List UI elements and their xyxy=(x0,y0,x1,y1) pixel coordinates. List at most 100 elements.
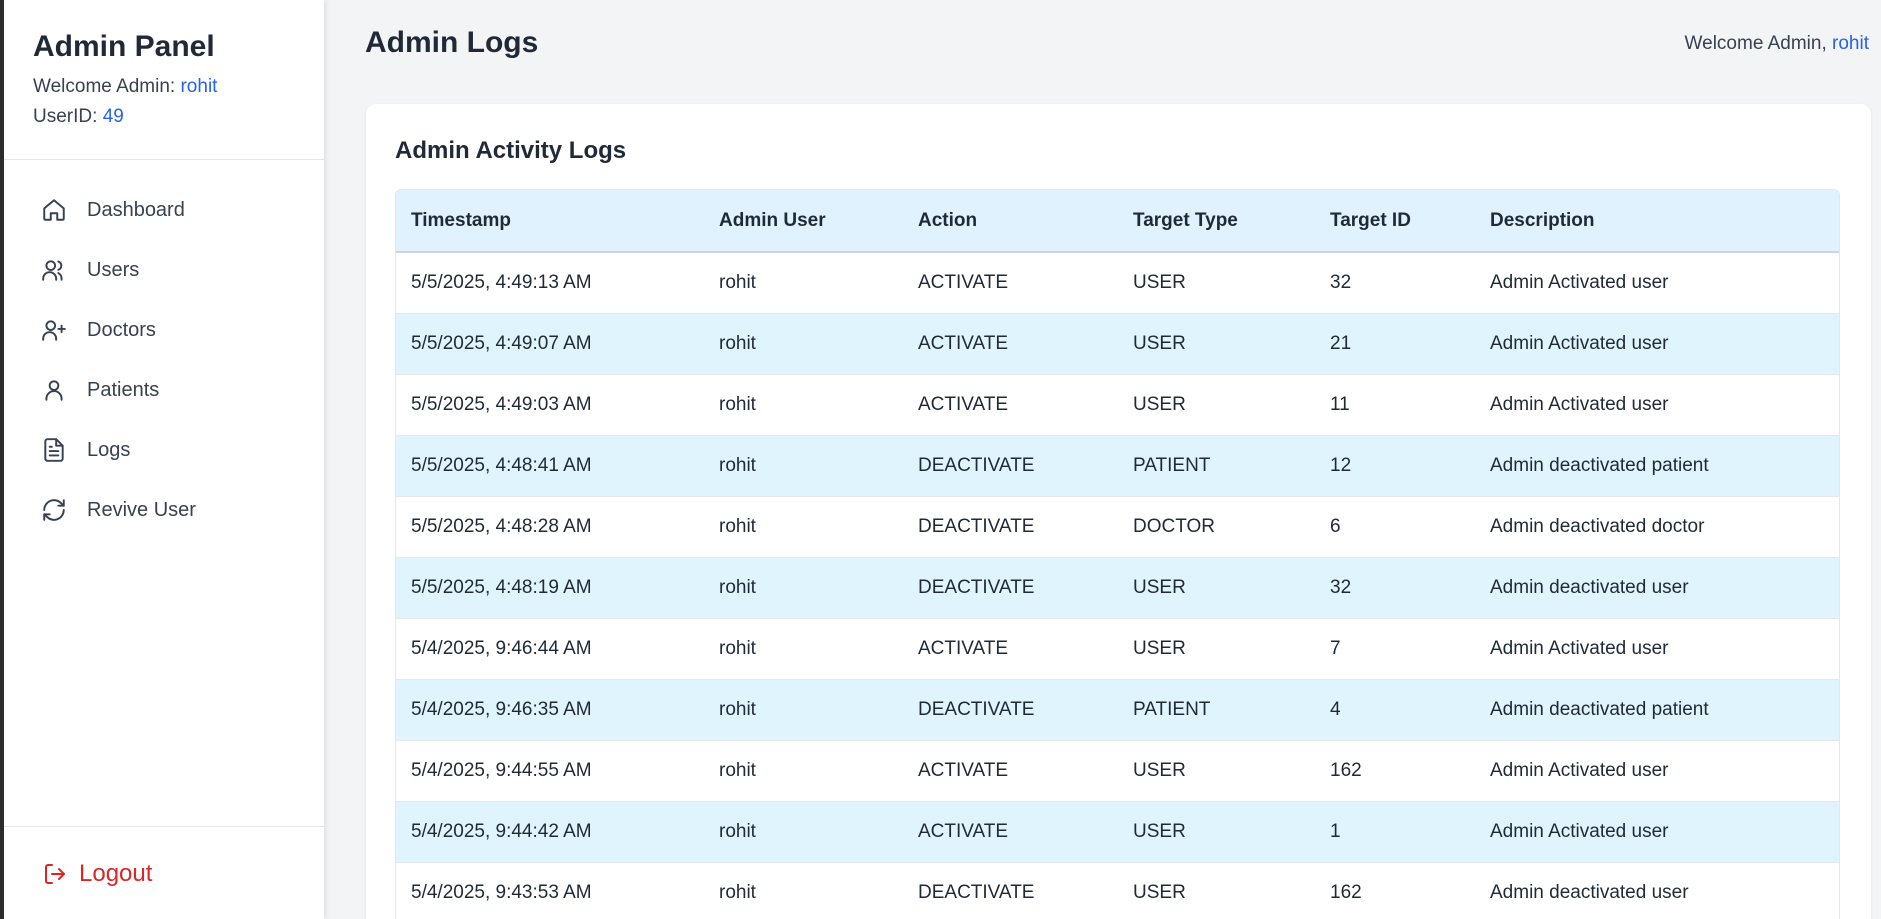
cell-description: Admin Activated user xyxy=(1475,618,1839,680)
logout-label: Logout xyxy=(79,860,153,887)
logout-button[interactable]: Logout xyxy=(4,827,324,888)
cell-target-type: DOCTOR xyxy=(1118,496,1315,558)
cell-description: Admin deactivated doctor xyxy=(1475,496,1839,558)
header-welcome-user: rohit xyxy=(1832,33,1869,54)
page-title: Admin Logs xyxy=(365,26,539,59)
cell-timestamp: 5/5/2025, 4:48:41 AM xyxy=(396,435,704,497)
cell-timestamp: 5/5/2025, 4:49:07 AM xyxy=(396,313,704,375)
cell-admin-user: rohit xyxy=(704,618,903,680)
table-row: 5/4/2025, 9:46:35 AM rohit DEACTIVATE PA… xyxy=(396,679,1839,741)
cell-action: DEACTIVATE xyxy=(903,496,1118,558)
cell-admin-user: rohit xyxy=(704,740,903,802)
logs-table-container[interactable]: Timestamp Admin User Action Target Type … xyxy=(395,189,1840,919)
sidebar: Admin Panel Welcome Admin: rohit UserID:… xyxy=(0,0,324,919)
cell-admin-user: rohit xyxy=(704,801,903,863)
cell-target-type: USER xyxy=(1118,557,1315,619)
sidebar-item-logs[interactable]: Logs xyxy=(4,420,324,480)
cell-target-id: 11 xyxy=(1315,374,1475,436)
cell-action: ACTIVATE xyxy=(903,374,1118,436)
cell-timestamp: 5/4/2025, 9:43:53 AM xyxy=(396,862,704,919)
cell-action: ACTIVATE xyxy=(903,313,1118,375)
cell-description: Admin deactivated patient xyxy=(1475,679,1839,741)
sidebar-title: Admin Panel xyxy=(33,30,215,63)
cell-timestamp: 5/4/2025, 9:44:42 AM xyxy=(396,801,704,863)
column-header-timestamp: Timestamp xyxy=(396,190,704,253)
cell-target-type: USER xyxy=(1118,740,1315,802)
cell-timestamp: 5/5/2025, 4:49:03 AM xyxy=(396,374,704,436)
cell-description: Admin Activated user xyxy=(1475,252,1839,314)
cell-admin-user: rohit xyxy=(704,557,903,619)
cell-action: ACTIVATE xyxy=(903,740,1118,802)
cell-action: DEACTIVATE xyxy=(903,557,1118,619)
user-icon xyxy=(45,380,63,401)
cell-description: Admin Activated user xyxy=(1475,374,1839,436)
cell-description: Admin deactivated patient xyxy=(1475,435,1839,497)
cell-timestamp: 5/4/2025, 9:44:55 AM xyxy=(396,740,704,802)
file-text-icon xyxy=(44,438,64,462)
cell-timestamp: 5/4/2025, 9:46:44 AM xyxy=(396,618,704,680)
sidebar-item-revive-user[interactable]: Revive User xyxy=(4,480,324,540)
main-content: Admin Logs Welcome Admin, rohit Admin Ac… xyxy=(324,0,1881,919)
cell-target-type: USER xyxy=(1118,801,1315,863)
cell-target-id: 7 xyxy=(1315,618,1475,680)
table-row: 5/5/2025, 4:49:03 AM rohit ACTIVATE USER… xyxy=(396,374,1839,436)
cell-action: DEACTIVATE xyxy=(903,862,1118,919)
column-header-description: Description xyxy=(1475,190,1839,253)
table-row: 5/5/2025, 4:49:13 AM rohit ACTIVATE USER… xyxy=(396,252,1839,314)
sidebar-userid: UserID: 49 xyxy=(33,102,324,132)
column-header-target-type: Target Type xyxy=(1118,190,1315,253)
cell-admin-user: rohit xyxy=(704,374,903,436)
card-title: Admin Activity Logs xyxy=(395,137,627,164)
cell-timestamp: 5/5/2025, 4:48:19 AM xyxy=(396,557,704,619)
table-row: 5/5/2025, 4:48:28 AM rohit DEACTIVATE DO… xyxy=(396,496,1839,558)
users-icon xyxy=(42,260,63,281)
table-row: 5/4/2025, 9:46:44 AM rohit ACTIVATE USER… xyxy=(396,618,1839,680)
sidebar-item-patients[interactable]: Patients xyxy=(4,360,324,420)
sidebar-item-users[interactable]: Users xyxy=(4,240,324,300)
table-header-row: Timestamp Admin User Action Target Type … xyxy=(396,190,1839,253)
sidebar-welcome-user: rohit xyxy=(180,76,218,97)
table-row: 5/4/2025, 9:44:55 AM rohit ACTIVATE USER… xyxy=(396,740,1839,802)
logs-table-body: 5/5/2025, 4:49:13 AM rohit ACTIVATE USER… xyxy=(396,252,1839,919)
sidebar-header: Admin Panel Welcome Admin: rohit UserID:… xyxy=(4,0,324,160)
cell-description: Admin deactivated user xyxy=(1475,557,1839,619)
sidebar-userid-value: 49 xyxy=(102,106,124,127)
user-plus-icon xyxy=(42,320,66,341)
sidebar-item-dashboard[interactable]: Dashboard xyxy=(4,180,324,240)
cell-admin-user: rohit xyxy=(704,862,903,919)
cell-action: DEACTIVATE xyxy=(903,435,1118,497)
column-header-action: Action xyxy=(903,190,1118,253)
sidebar-nav: Dashboard Users Doctors Patients Logs Re… xyxy=(4,160,324,540)
sidebar-item-label: Doctors xyxy=(87,318,156,341)
cell-target-id: 1 xyxy=(1315,801,1475,863)
cell-target-id: 162 xyxy=(1315,740,1475,802)
sidebar-userid-label: UserID: xyxy=(33,106,103,127)
logout-icon xyxy=(45,864,65,884)
cell-target-type: USER xyxy=(1118,313,1315,375)
topbar: Admin Logs Welcome Admin, rohit xyxy=(324,0,1881,105)
cell-target-type: USER xyxy=(1118,862,1315,919)
cell-description: Admin deactivated user xyxy=(1475,862,1839,919)
sidebar-item-label: Revive User xyxy=(87,498,196,521)
cell-timestamp: 5/5/2025, 4:48:28 AM xyxy=(396,496,704,558)
cell-target-id: 12 xyxy=(1315,435,1475,497)
cell-admin-user: rohit xyxy=(704,313,903,375)
cell-target-type: USER xyxy=(1118,374,1315,436)
cell-target-id: 32 xyxy=(1315,557,1475,619)
column-header-admin-user: Admin User xyxy=(704,190,903,253)
sidebar-item-label: Users xyxy=(87,258,140,281)
sidebar-item-doctors[interactable]: Doctors xyxy=(4,300,324,360)
cell-target-id: 32 xyxy=(1315,252,1475,314)
cell-target-id: 4 xyxy=(1315,679,1475,741)
cell-target-id: 162 xyxy=(1315,862,1475,919)
cell-target-type: USER xyxy=(1118,252,1315,314)
cell-description: Admin Activated user xyxy=(1475,801,1839,863)
column-header-target-id: Target ID xyxy=(1315,190,1475,253)
home-icon xyxy=(43,199,65,221)
cell-target-id: 21 xyxy=(1315,313,1475,375)
cell-timestamp: 5/5/2025, 4:49:13 AM xyxy=(396,252,704,314)
cell-admin-user: rohit xyxy=(704,496,903,558)
sidebar-item-label: Dashboard xyxy=(87,198,185,221)
sidebar-item-label: Logs xyxy=(87,438,131,461)
cell-target-type: USER xyxy=(1118,618,1315,680)
